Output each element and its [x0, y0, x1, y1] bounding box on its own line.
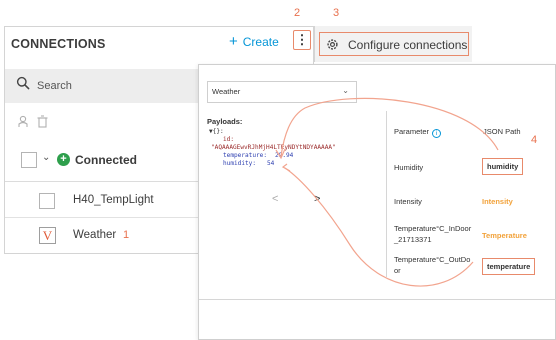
mapping-row-humidity: Humidity humidity — [387, 153, 552, 183]
param-label-line2: _21713371 — [394, 235, 432, 244]
mapping-header: Parameter i JSON Path — [387, 111, 552, 145]
item-checkbox[interactable] — [39, 193, 55, 209]
param-label: Intensity — [394, 197, 422, 206]
chevron-down-icon: ⌄ — [342, 86, 349, 95]
chevron-down-icon[interactable]: ⌄ — [42, 152, 50, 163]
connection-select-value: Weather — [212, 87, 241, 96]
param-label-line1: Temperature°C_OutDo — [394, 255, 471, 264]
group-checkbox[interactable] — [21, 152, 37, 168]
parameter-header: Parameter i — [394, 127, 442, 138]
mapping-row-temp-outdoor: Temperature°C_OutDo or temperature — [387, 251, 552, 281]
gear-icon — [326, 38, 339, 56]
connection-select[interactable]: Weather ⌄ — [207, 81, 357, 103]
more-options-button[interactable]: ⋮ — [293, 30, 311, 50]
json-path-field[interactable]: temperature — [482, 258, 536, 275]
info-icon[interactable]: i — [432, 129, 442, 138]
json-root[interactable]: ▼{}: — [209, 128, 224, 135]
mapping-row-intensity: Intensity Intensity — [387, 187, 552, 217]
json-path-field[interactable]: Intensity — [482, 197, 513, 206]
dialog-divider — [199, 299, 556, 300]
trash-icon[interactable] — [37, 115, 48, 133]
configure-connections-button[interactable]: Configure connections — [319, 32, 469, 56]
json-humidity-value: 54 — [267, 160, 275, 167]
configure-connections-label: Configure connections — [348, 38, 468, 52]
item-checkbox-checked[interactable]: V — [39, 227, 56, 244]
json-temperature-key: temperature: — [223, 152, 268, 159]
param-label-line2: or — [394, 266, 401, 275]
create-label: Create — [242, 35, 279, 49]
step-number-4: 4 — [531, 134, 538, 146]
param-label: Humidity — [394, 163, 424, 172]
item-label: H40_TempLight — [73, 194, 154, 206]
json-id-value: "AQAAAGEwvRJhMjH4LTEyNDYtNDYAAAAA" — [211, 144, 336, 151]
json-path-field[interactable]: humidity — [482, 158, 524, 175]
previous-payload-button[interactable]: < — [272, 193, 278, 205]
json-path-header: JSON Path — [483, 127, 521, 136]
configure-dialog: Weather ⌄ Payloads: ▼{}: id: "AQAAAGEwvR… — [198, 64, 556, 340]
json-temperature-value: 29.94 — [275, 152, 294, 159]
connections-header: CONNECTIONS + Create ⋮ — [5, 27, 313, 61]
search-icon — [16, 76, 30, 95]
connected-status-icon: + — [57, 153, 70, 166]
json-id-key: id: — [223, 136, 235, 143]
mapping-row-temp-indoor: Temperature°C_InDoor _21713371 Temperatu… — [387, 217, 552, 249]
plus-icon: + — [229, 33, 238, 50]
connections-title: CONNECTIONS — [11, 37, 106, 51]
next-payload-button[interactable]: > — [314, 193, 320, 205]
group-label: Connected — [75, 153, 138, 167]
search-placeholder: Search — [37, 80, 72, 92]
item-label: Weather — [73, 229, 117, 241]
step-number-1: 1 — [123, 229, 130, 241]
payloads-title: Payloads: — [207, 117, 243, 126]
step-number-3: 3 — [333, 7, 340, 19]
link-icon[interactable] — [17, 115, 29, 133]
mapping-table: Parameter i JSON Path Humidity humidity I… — [386, 111, 551, 277]
step-number-2: 2 — [294, 7, 301, 19]
json-humidity-key: humidity: — [223, 160, 257, 167]
create-button[interactable]: + Create — [229, 33, 279, 50]
configure-menu: Configure connections — [314, 26, 472, 62]
param-label-line1: Temperature°C_InDoor — [394, 224, 472, 233]
json-path-field[interactable]: Temperature — [482, 231, 527, 240]
